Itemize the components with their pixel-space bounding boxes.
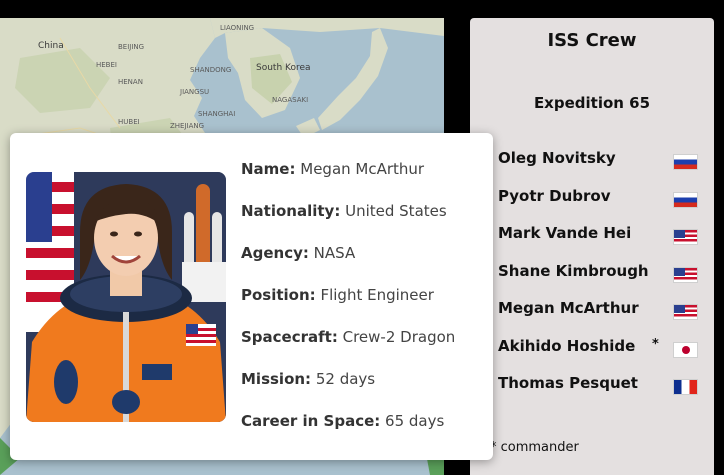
russia-flag-icon — [673, 154, 698, 170]
field-mission-value: 52 days — [315, 370, 376, 388]
expedition-label: Expedition 65 — [533, 94, 651, 112]
field-position-value: Flight Engineer — [320, 286, 434, 304]
map-label-hebei: HEBEI — [96, 61, 117, 69]
japan-flag-icon — [673, 341, 698, 358]
map-label-hubei: HUBEI — [118, 118, 140, 126]
usa-flag-icon — [673, 304, 698, 320]
map-label-liaoning: LIAONING — [220, 24, 255, 32]
field-name: Name: Megan McArthur — [241, 160, 486, 202]
crew-item-megan-mcarthur[interactable]: Megan McArthur — [498, 299, 698, 337]
crew-item-shane-kimbrough[interactable]: Shane Kimbrough — [498, 262, 698, 300]
russia-flag-icon — [673, 191, 698, 208]
field-name-key: Name: — [241, 160, 296, 178]
field-career-key: Career in Space: — [241, 412, 381, 430]
usa-flag-icon — [673, 266, 698, 283]
crew-name: Akihido Hoshide — [498, 336, 636, 355]
field-position-key: Position: — [241, 286, 316, 304]
astronaut-portrait-icon — [26, 172, 226, 422]
field-spacecraft: Spacecraft: Crew-2 Dragon — [241, 328, 486, 370]
commander-star-icon: * — [652, 336, 659, 352]
field-career-value: 65 days — [385, 412, 445, 430]
field-position: Position: Flight Engineer — [241, 286, 486, 328]
field-career: Career in Space: 65 days — [241, 412, 486, 454]
map-label-zhejiang: ZHEJIANG — [170, 122, 205, 130]
crew-item-oleg-novitsky[interactable]: Oleg Novitsky — [498, 149, 698, 187]
crew-panel-title: ISS Crew — [547, 30, 637, 51]
map-label-shanghai: SHANGHAI — [198, 110, 236, 118]
field-nationality-value: United States — [345, 202, 447, 220]
crew-name: Megan McArthur — [498, 299, 639, 317]
map-label-south-korea: South Korea — [256, 63, 311, 73]
field-nationality: Nationality: United States — [241, 202, 486, 244]
astronaut-fields: Name: Megan McArthur Nationality: United… — [241, 160, 486, 454]
field-spacecraft-key: Spacecraft: — [241, 328, 338, 346]
field-mission: Mission: 52 days — [241, 370, 486, 412]
crew-list: Oleg Novitsky Pyotr Dubrov Mark Vande He… — [498, 149, 698, 412]
astronaut-photo — [26, 172, 226, 422]
crew-item-pyotr-dubrov[interactable]: Pyotr Dubrov — [498, 187, 698, 225]
field-spacecraft-value: Crew-2 Dragon — [342, 328, 456, 346]
map-label-shandong: SHANDONG — [190, 66, 232, 74]
field-agency-value: NASA — [313, 244, 356, 262]
crew-item-mark-vande-hei[interactable]: Mark Vande Hei — [498, 224, 698, 262]
usa-flag-icon — [673, 229, 698, 245]
crew-name: Oleg Novitsky — [498, 149, 616, 167]
crew-name: Thomas Pesquet — [498, 374, 638, 392]
crew-item-thomas-pesquet[interactable]: Thomas Pesquet — [498, 374, 698, 412]
map-label-beijing: BEIJING — [118, 43, 145, 51]
map-label-china: China — [38, 41, 64, 51]
field-name-value: Megan McArthur — [300, 160, 425, 178]
field-nationality-key: Nationality: — [241, 202, 341, 220]
commander-note: * commander — [490, 440, 579, 455]
field-agency: Agency: NASA — [241, 244, 486, 286]
crew-name: Shane Kimbrough — [498, 261, 649, 280]
field-mission-key: Mission: — [241, 370, 312, 388]
crew-name: Mark Vande Hei — [498, 224, 632, 242]
france-flag-icon — [673, 379, 698, 395]
crew-name: Pyotr Dubrov — [498, 186, 611, 205]
astronaut-detail-card: Name: Megan McArthur Nationality: United… — [10, 133, 493, 460]
map-label-henan: HENAN — [118, 78, 143, 86]
crew-item-akihido-hoshide[interactable]: Akihido Hoshide * — [498, 337, 698, 375]
map-label-nagasaki: NAGASAKI — [272, 96, 309, 104]
app-stage: China South Korea BEIJING SHANDONG HENAN… — [0, 0, 724, 475]
crew-panel: ISS Crew Expedition 65 Oleg Novitsky Pyo… — [470, 18, 714, 475]
map-label-jiangsu: JIANGSU — [180, 88, 210, 96]
field-agency-key: Agency: — [241, 244, 309, 262]
